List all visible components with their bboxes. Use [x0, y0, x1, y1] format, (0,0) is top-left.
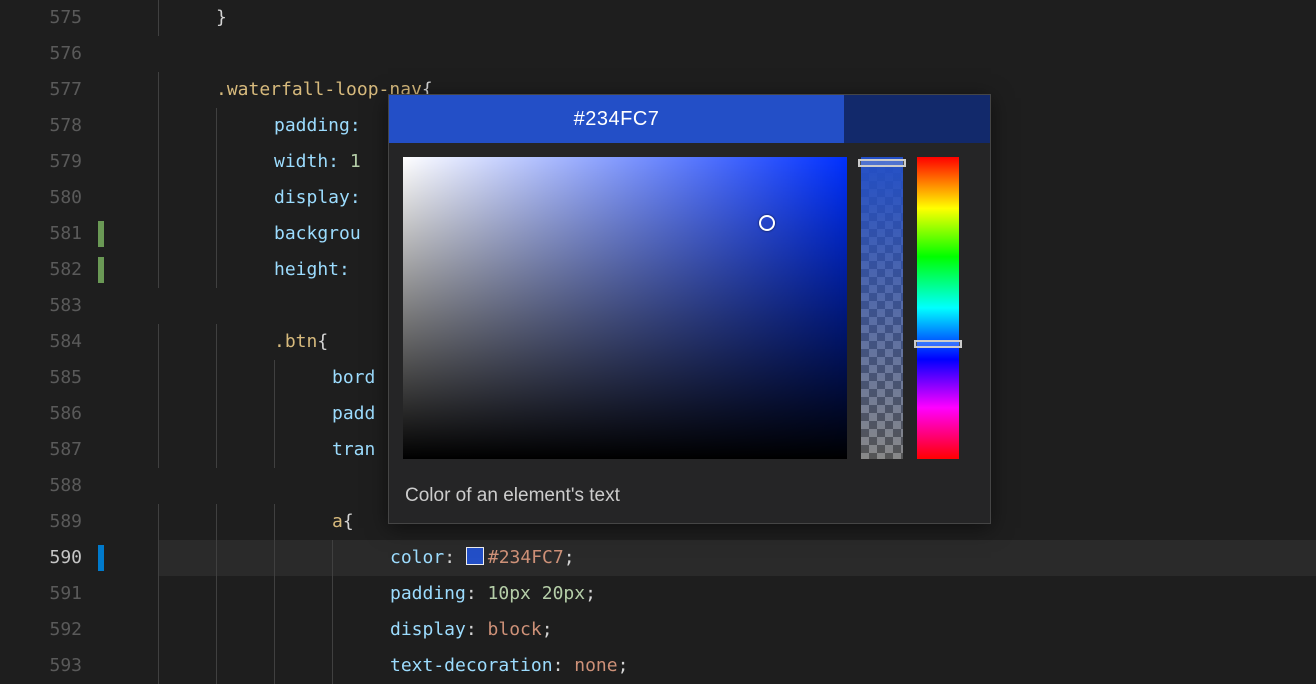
- token: 10px: [488, 583, 531, 604]
- token: :: [553, 655, 575, 676]
- token: none: [574, 655, 617, 676]
- token: text-decoration: [390, 655, 553, 676]
- token: 1: [350, 151, 361, 172]
- hue-thumb[interactable]: [914, 340, 962, 348]
- code-line[interactable]: }: [158, 0, 1316, 36]
- token: padding: [390, 583, 466, 604]
- token: :: [466, 583, 488, 604]
- line-number: 583: [0, 288, 100, 324]
- token: }: [216, 7, 227, 28]
- token: [339, 151, 350, 172]
- token: ;: [585, 583, 596, 604]
- color-picker-mode-toggle[interactable]: [844, 95, 990, 143]
- code-line[interactable]: [158, 36, 1316, 72]
- code-line[interactable]: display: block;: [158, 612, 1316, 648]
- token: :: [466, 619, 488, 640]
- token: color: [390, 547, 444, 568]
- token: a: [332, 511, 343, 532]
- line-number: 585: [0, 360, 100, 396]
- token: ;: [618, 655, 629, 676]
- token: width:: [274, 151, 339, 172]
- token: display:: [274, 187, 361, 208]
- color-swatch-icon[interactable]: [466, 547, 484, 565]
- color-picker-popup: #234FC7 Color of an element's text: [388, 94, 991, 524]
- saturation-value-panel[interactable]: [403, 157, 847, 459]
- token: {: [317, 331, 328, 352]
- token: #234FC7: [488, 547, 564, 568]
- code-line[interactable]: padding: 10px 20px;: [158, 576, 1316, 612]
- color-picker-body: [389, 143, 990, 473]
- token: height:: [274, 259, 350, 280]
- token: [531, 583, 542, 604]
- token: padd: [332, 403, 375, 424]
- line-number: 579: [0, 144, 100, 180]
- token: {: [343, 511, 354, 532]
- token: block: [488, 619, 542, 640]
- line-number: 581: [0, 216, 100, 252]
- token: :: [444, 547, 466, 568]
- line-number: 590: [0, 540, 100, 576]
- color-picker-header: #234FC7: [389, 95, 990, 143]
- sv-cursor[interactable]: [759, 215, 775, 231]
- token: .btn: [274, 331, 317, 352]
- token: ;: [564, 547, 575, 568]
- gutter-change-marker: [98, 221, 104, 247]
- token: tran: [332, 439, 375, 460]
- line-number: 593: [0, 648, 100, 684]
- line-number: 588: [0, 468, 100, 504]
- line-number: 587: [0, 432, 100, 468]
- line-number-gutter: 5755765775785795805815825835845855865875…: [0, 0, 108, 684]
- alpha-thumb[interactable]: [858, 159, 906, 167]
- gutter-change-marker: [98, 545, 104, 571]
- token: ;: [542, 619, 553, 640]
- line-number: 575: [0, 0, 100, 36]
- gutter-change-marker: [98, 257, 104, 283]
- token: 20px: [542, 583, 585, 604]
- line-number: 580: [0, 180, 100, 216]
- token: backgrou: [274, 223, 361, 244]
- line-number: 592: [0, 612, 100, 648]
- code-line[interactable]: color: #234FC7;: [158, 540, 1316, 576]
- line-number: 578: [0, 108, 100, 144]
- line-number: 576: [0, 36, 100, 72]
- line-number: 577: [0, 72, 100, 108]
- code-line[interactable]: text-decoration: none;: [158, 648, 1316, 684]
- hue-slider[interactable]: [917, 157, 959, 459]
- line-number: 591: [0, 576, 100, 612]
- line-number: 584: [0, 324, 100, 360]
- line-number: 582: [0, 252, 100, 288]
- color-picker-title[interactable]: #234FC7: [389, 95, 844, 143]
- color-picker-description: Color of an element's text: [389, 473, 990, 523]
- alpha-slider[interactable]: [861, 157, 903, 459]
- line-number: 589: [0, 504, 100, 540]
- token: padding:: [274, 115, 361, 136]
- token: bord: [332, 367, 375, 388]
- line-number: 586: [0, 396, 100, 432]
- token: display: [390, 619, 466, 640]
